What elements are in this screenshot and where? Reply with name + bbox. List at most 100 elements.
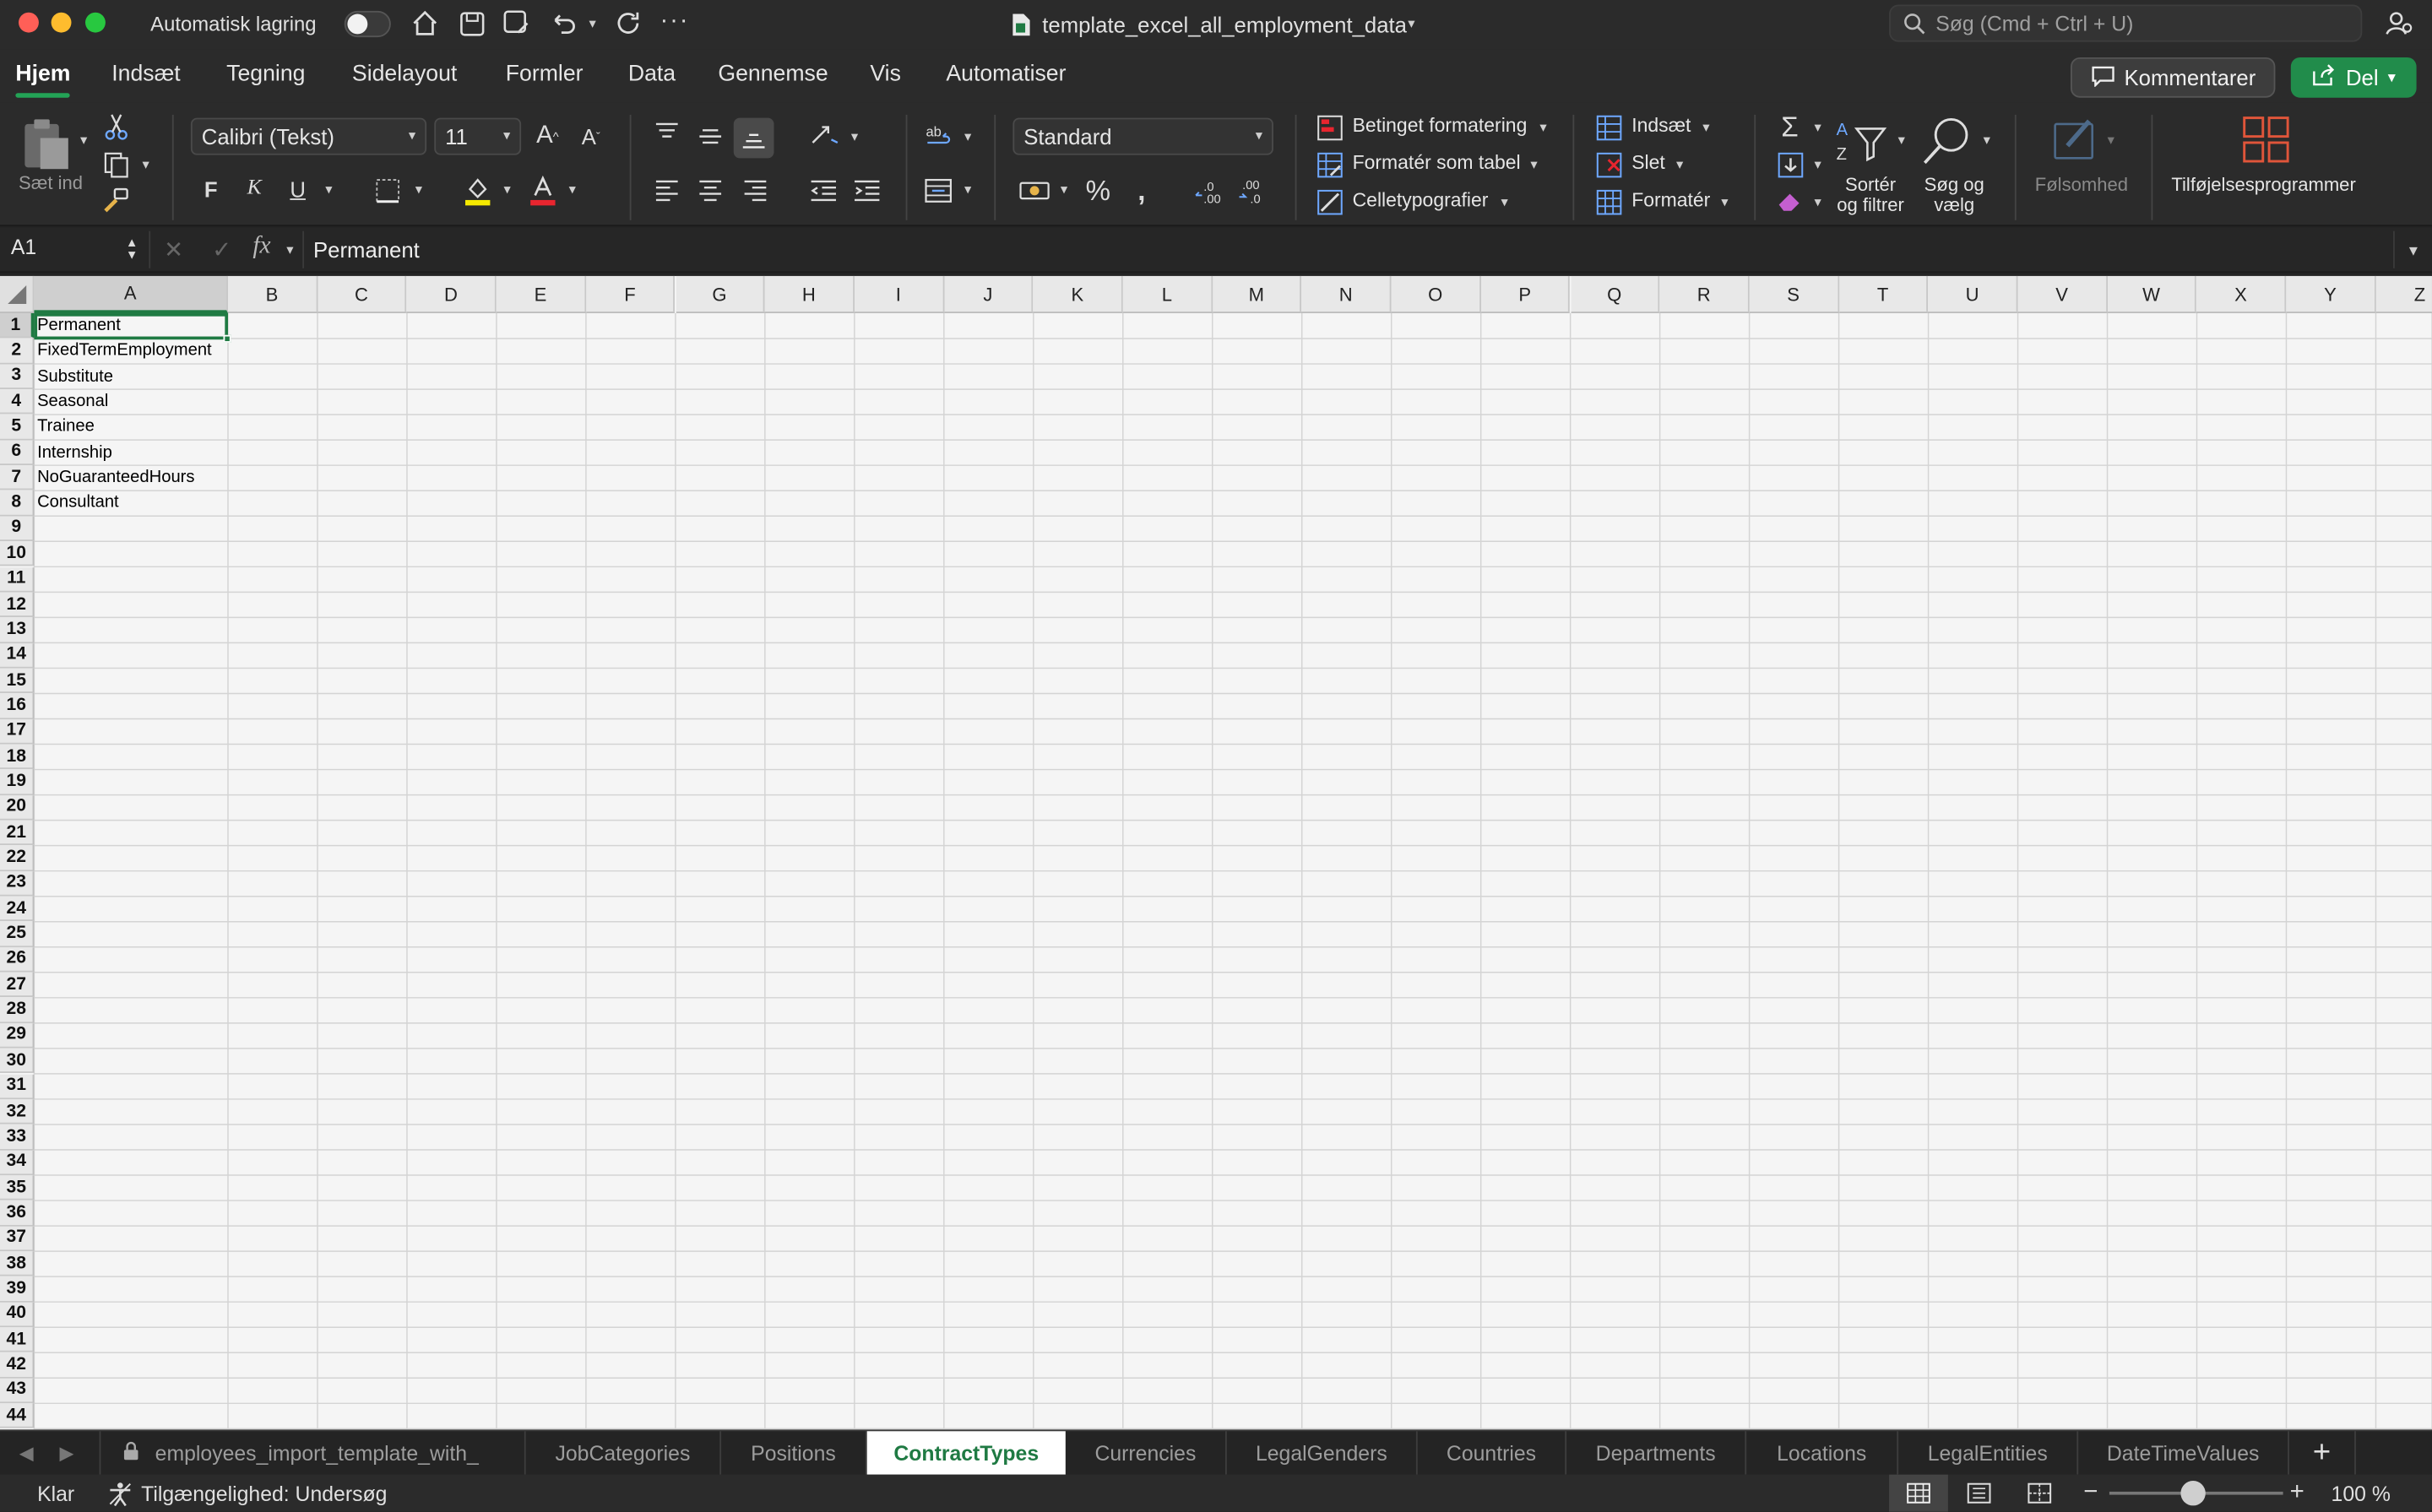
tab-vis[interactable]: Vis [870, 62, 901, 86]
addins-label[interactable]: Tilføjelsesprogrammer [2171, 175, 2355, 196]
sheet-tab-legalentities[interactable]: LegalEntities [1898, 1431, 2079, 1475]
row-header[interactable]: 14 [0, 642, 35, 669]
home-icon[interactable] [410, 8, 441, 39]
fill-handle[interactable] [223, 334, 231, 343]
sheet-tab-locations[interactable]: Locations [1746, 1431, 1899, 1475]
sort-filter-chevron-down-icon[interactable]: ▾ [1894, 131, 1909, 147]
format-painter-icon[interactable] [102, 186, 130, 214]
column-header-j[interactable]: J [943, 275, 1034, 314]
row-header[interactable]: 19 [0, 769, 35, 795]
sensitivity-chevron-down-icon[interactable]: ▾ [2104, 131, 2119, 147]
row-header[interactable]: 18 [0, 744, 35, 770]
row-header[interactable]: 9 [0, 516, 35, 542]
document-title[interactable]: template_excel_all_employment_data [1042, 13, 1407, 37]
column-header-z[interactable]: Z [2375, 275, 2432, 314]
row-header[interactable]: 36 [0, 1200, 35, 1227]
row-header[interactable]: 25 [0, 921, 35, 947]
sensitivity-icon[interactable] [2050, 113, 2100, 163]
row-header[interactable]: 20 [0, 794, 35, 821]
row-header[interactable]: 17 [0, 718, 35, 745]
bold-button[interactable]: F [197, 176, 225, 203]
accounting-format-icon[interactable] [1018, 176, 1051, 207]
column-header-q[interactable]: Q [1570, 275, 1660, 314]
autosave-toggle[interactable] [344, 10, 391, 38]
orientation-chevron-down-icon[interactable]: ▾ [847, 128, 862, 144]
autosum-chevron-down-icon[interactable]: ▾ [1810, 119, 1825, 134]
row-header[interactable]: 26 [0, 946, 35, 973]
wrap-text-chevron-down-icon[interactable]: ▾ [960, 128, 975, 144]
tab-data[interactable]: Data [628, 62, 676, 86]
autosum-icon[interactable]: Σ [1774, 111, 1805, 142]
more-options-icon[interactable]: ··· [660, 6, 691, 37]
format-cells-chevron-down-icon[interactable]: ▾ [1717, 193, 1732, 209]
tab-gennemse[interactable]: Gennemse [718, 62, 828, 86]
row-header[interactable]: 33 [0, 1124, 35, 1150]
increase-font-size-icon[interactable]: A ^ [530, 119, 564, 153]
find-select-label[interactable]: Søg og vælg [1919, 175, 1990, 216]
name-box[interactable]: A1 [11, 236, 36, 259]
row-header[interactable]: 4 [0, 389, 35, 415]
cut-icon[interactable] [102, 113, 130, 141]
row-header[interactable]: 5 [0, 415, 35, 441]
select-all-corner[interactable] [0, 275, 35, 314]
text-orientation-icon[interactable] [808, 119, 842, 150]
row-header[interactable]: 7 [0, 465, 35, 491]
insert-cells-icon[interactable] [1594, 113, 1622, 141]
row-header[interactable]: 15 [0, 668, 35, 694]
minimize-window-button[interactable] [51, 12, 72, 33]
format-cells-icon[interactable] [1594, 187, 1622, 215]
align-center-icon[interactable] [695, 176, 726, 207]
font-color-icon[interactable] [527, 174, 558, 208]
number-format-dropdown[interactable]: Standard ▾ [1012, 117, 1273, 155]
row-header[interactable]: 32 [0, 1098, 35, 1125]
scroll-tabs-left-icon[interactable]: ◀ [15, 1440, 37, 1465]
sheet-tab-positions[interactable]: Positions [721, 1431, 867, 1475]
column-header-u[interactable]: U [1928, 275, 2018, 314]
title-chevron-down-icon[interactable]: ▾ [1403, 14, 1419, 30]
sheet-tab-legalgenders[interactable]: LegalGenders [1227, 1431, 1418, 1475]
save-as-icon[interactable] [501, 8, 532, 39]
find-select-chevron-down-icon[interactable]: ▾ [1979, 131, 1995, 147]
column-header-c[interactable]: C [317, 275, 407, 314]
tab-tegning[interactable]: Tegning [226, 62, 305, 86]
format-as-table-icon[interactable] [1316, 150, 1344, 178]
column-header-s[interactable]: S [1749, 275, 1839, 314]
fill-chevron-down-icon[interactable]: ▾ [1810, 156, 1825, 172]
zoom-slider-thumb[interactable] [2180, 1481, 2206, 1506]
column-header-n[interactable]: N [1301, 275, 1392, 314]
row-header[interactable]: 13 [0, 617, 35, 643]
clear-chevron-down-icon[interactable]: ▾ [1810, 193, 1825, 209]
save-icon[interactable] [456, 8, 487, 39]
addins-icon[interactable] [2239, 113, 2292, 165]
copy-icon[interactable] [102, 150, 130, 178]
row-header[interactable]: 10 [0, 541, 35, 567]
row-header[interactable]: 6 [0, 440, 35, 466]
conditional-formatting-chevron-down-icon[interactable]: ▾ [1535, 119, 1550, 134]
insert-cells-chevron-down-icon[interactable]: ▾ [1698, 119, 1713, 134]
cell-styles-chevron-down-icon[interactable]: ▾ [1496, 193, 1512, 209]
insert-cells-label[interactable]: Indsæt [1631, 116, 1691, 137]
row-header[interactable]: 43 [0, 1378, 35, 1404]
column-header-l[interactable]: L [1122, 275, 1213, 314]
zoom-window-button[interactable] [85, 12, 106, 33]
delete-cells-icon[interactable] [1594, 150, 1622, 178]
underline-chevron-down-icon[interactable]: ▾ [321, 181, 336, 197]
underline-button[interactable]: U [284, 176, 312, 203]
comma-style-icon[interactable]: , [1127, 174, 1155, 208]
insert-function-icon[interactable]: fx [252, 233, 270, 261]
row-header[interactable]: 30 [0, 1048, 35, 1074]
search-box[interactable]: Søg (Cmd + Ctrl + U) [1889, 4, 2363, 42]
align-top-icon[interactable] [651, 118, 682, 149]
format-cells-label[interactable]: Formatér [1631, 190, 1710, 211]
cell-a6[interactable]: Internship [37, 443, 112, 462]
font-color-chevron-down-icon[interactable]: ▾ [565, 181, 580, 197]
row-header[interactable]: 29 [0, 1022, 35, 1049]
column-header-y[interactable]: Y [2286, 275, 2376, 314]
decrease-font-size-icon[interactable]: Aˇ [574, 119, 608, 153]
row-header[interactable]: 16 [0, 693, 35, 719]
row-header[interactable]: 22 [0, 845, 35, 871]
merge-chevron-down-icon[interactable]: ▾ [960, 181, 975, 197]
row-header[interactable]: 2 [0, 339, 35, 365]
column-header-o[interactable]: O [1391, 275, 1481, 314]
share-button[interactable]: Del ▾ [2290, 57, 2417, 98]
